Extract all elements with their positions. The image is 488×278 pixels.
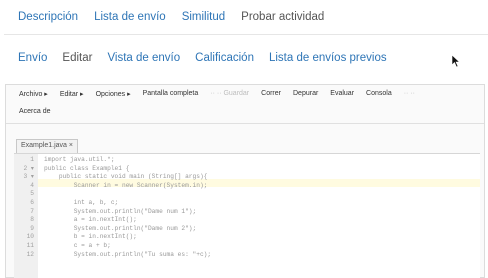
tab-similitud[interactable]: Similitud [182, 11, 225, 23]
code-text: import java.util.*; [44, 156, 115, 163]
code-text: public static void main (String[] args){ [44, 173, 208, 181]
line-number: 4 [30, 181, 34, 189]
menu-correr[interactable]: Correr [261, 90, 281, 98]
tab-descripcion[interactable]: Descripción [18, 11, 78, 23]
code-text: a = in.nextInt(); [44, 216, 137, 224]
code-text: b = in.nextInt(); [44, 233, 137, 241]
editor-menubar: Archivo ▸ Editar ▸ Opciones ▸ Pantalla c… [19, 90, 427, 98]
editor-panel: Archivo ▸ Editar ▸ Opciones ▸ Pantalla c… [5, 84, 485, 278]
tab-lista-de-envio[interactable]: Lista de envío [94, 11, 166, 23]
line-number: 3 ▾ [23, 173, 34, 181]
line-number: 8 [30, 216, 34, 224]
menu-archivo[interactable]: Archivo ▸ [19, 90, 48, 98]
tab-calificacion[interactable]: Calificación [195, 52, 254, 64]
menu-guardar[interactable]: ·· ·· Guardar [210, 90, 249, 98]
tab-envio[interactable]: Envío [18, 52, 47, 64]
code-text: public class Example1 { [44, 164, 130, 172]
code-text: Scanner in = new Scanner(System.in); [44, 181, 208, 189]
tab-lista-de-envios-previos[interactable]: Lista de envíos previos [269, 52, 387, 64]
menu-depurar[interactable]: Depurar [293, 90, 318, 98]
mouse-cursor-icon [451, 54, 461, 68]
menu-pantalla-completa[interactable]: Pantalla completa [143, 90, 199, 98]
menu-editar[interactable]: Editar ▸ [60, 90, 84, 98]
tabs-divider [4, 34, 488, 35]
menubar-divider [6, 123, 484, 124]
tab-editar[interactable]: Editar [62, 52, 92, 64]
menu-disabled: ·· ·· [403, 90, 415, 97]
file-tab[interactable]: Example1.java × [16, 139, 78, 153]
code-editor[interactable]: 1 import java.util.*; 2 ▾ public class Exam… [14, 153, 480, 278]
line-number: 6 [30, 199, 34, 206]
code-text: System.out.println("Dame num 2"); [44, 224, 197, 232]
line-number: 1 [30, 156, 34, 163]
line-number: 9 [30, 224, 34, 232]
menu-acerca-de[interactable]: Acerca de [19, 108, 51, 115]
menu-evaluar[interactable]: Evaluar [330, 90, 354, 98]
line-number: 2 ▾ [23, 164, 34, 172]
tab-probar-actividad[interactable]: Probar actividad [241, 11, 324, 23]
line-number: 5 [30, 190, 34, 198]
code-text: System.out.println("Dame num 1"); [44, 207, 197, 215]
activity-tabs: Descripción Lista de envío Similitud Pro… [18, 11, 340, 23]
tab-vista-de-envio[interactable]: Vista de envío [107, 52, 180, 64]
menu-consola[interactable]: Consola [366, 90, 392, 98]
line-number: 11 [26, 242, 34, 249]
line-number: 10 [26, 233, 34, 241]
code-text: c = a + b; [44, 242, 111, 249]
menu-opciones[interactable]: Opciones ▸ [96, 90, 131, 98]
line-number: 12 [26, 250, 34, 258]
line-number: 7 [30, 207, 34, 215]
code-text: System.out.println("Tu suma es: "+c); [44, 250, 212, 258]
code-text: int a, b, c; [44, 199, 119, 206]
sub-tabs: Envío Editar Vista de envío Calificación… [18, 52, 402, 64]
